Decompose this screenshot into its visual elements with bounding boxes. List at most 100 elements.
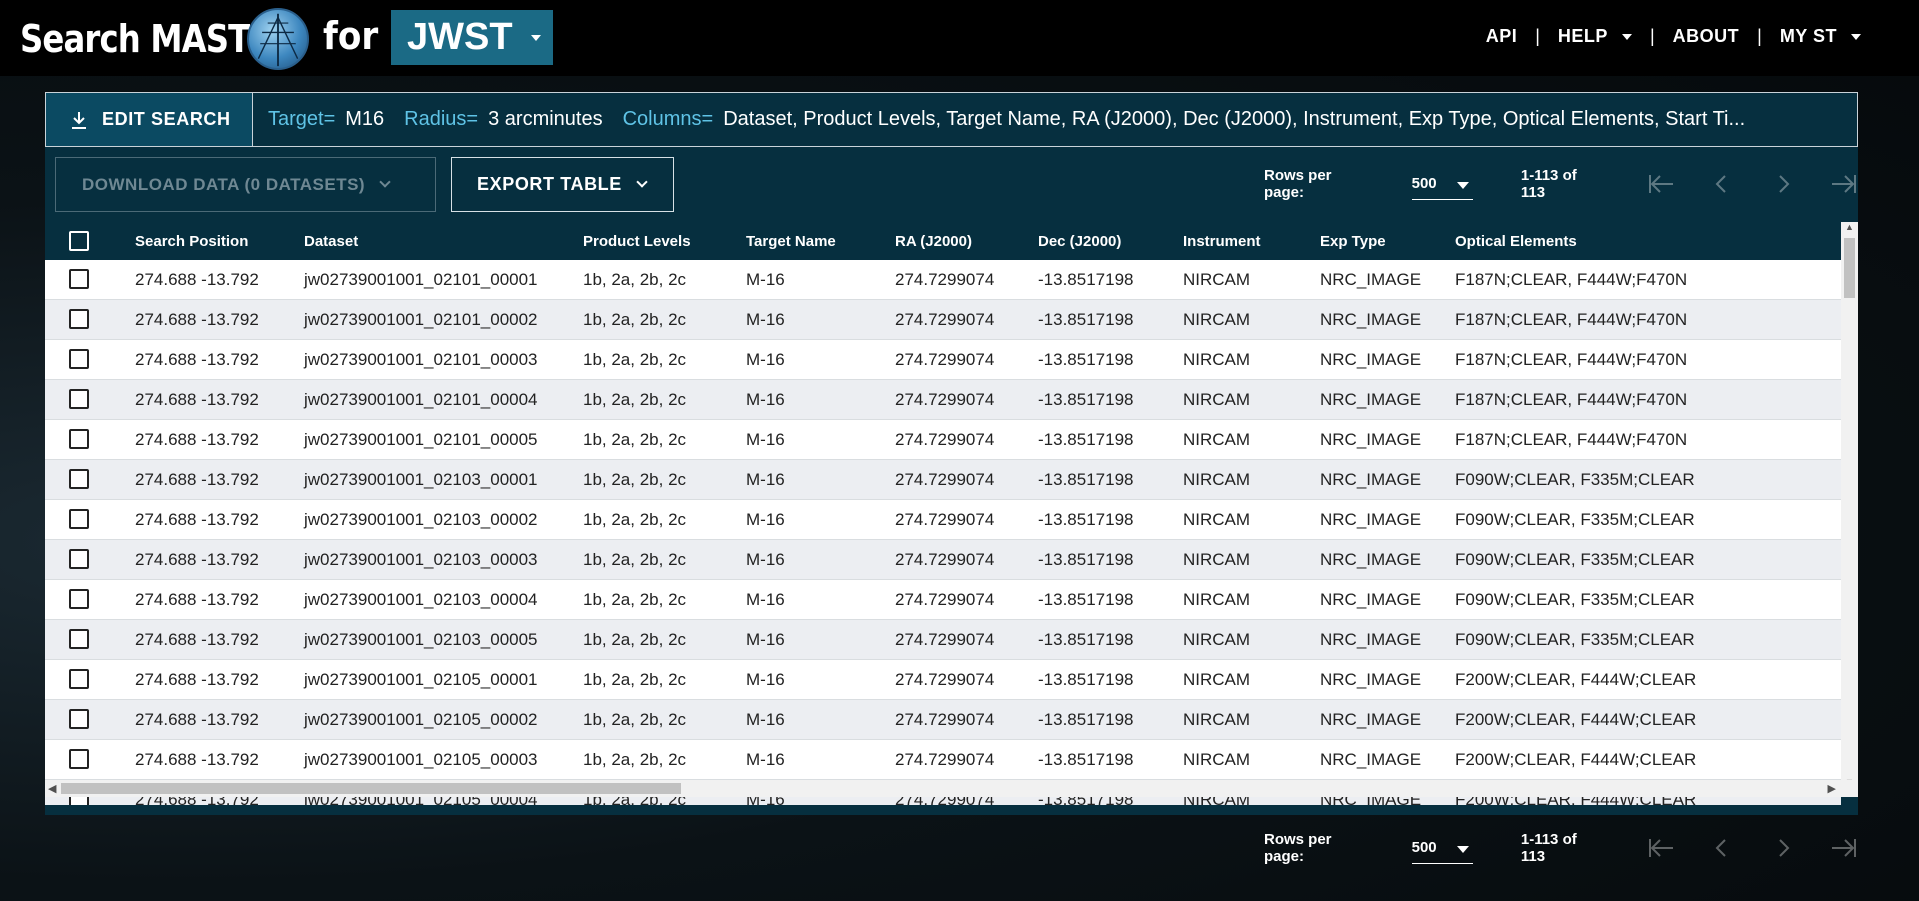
select-all-checkbox[interactable] [69, 231, 89, 251]
rows-per-page-value: 500 [1411, 839, 1437, 856]
first-page-icon[interactable] [1647, 172, 1675, 196]
edit-search-button[interactable]: EDIT SEARCH [46, 93, 253, 146]
table-row[interactable]: 274.688 -13.792 jw02739001001_02101_00004… [45, 380, 1841, 420]
cell-target-name: M-16 [746, 550, 785, 569]
horizontal-scrollbar[interactable]: ◀ ▶ [45, 780, 1858, 797]
column-header[interactable]: Dec (J2000) [1038, 233, 1121, 250]
nav-separator: | [1649, 26, 1655, 46]
mission-select[interactable]: JWST [391, 10, 553, 65]
cell-product-levels: 1b, 2a, 2b, 2c [583, 350, 687, 369]
cell-exp-type: NRC_IMAGE [1320, 550, 1422, 569]
last-page-icon[interactable] [1830, 836, 1858, 860]
caret-down-icon [1851, 33, 1861, 40]
cell-target-name: M-16 [746, 510, 785, 529]
row-checkbox[interactable] [69, 269, 89, 289]
brand[interactable]: Search MAST [20, 12, 250, 66]
cell-target-name: M-16 [746, 470, 785, 489]
scroll-up-icon[interactable]: ▲ [1845, 222, 1854, 232]
rows-per-page-select[interactable]: 500 [1411, 168, 1473, 200]
last-page-icon[interactable] [1830, 172, 1858, 196]
cell-target-name: M-16 [746, 310, 785, 329]
page-range: 1-113 of 113 [1520, 831, 1577, 865]
rows-per-page-value: 500 [1411, 175, 1437, 192]
next-page-icon[interactable] [1769, 172, 1797, 196]
nav-help[interactable]: HELP [1558, 26, 1632, 47]
table-row[interactable]: 274.688 -13.792 jw02739001001_02103_00003… [45, 540, 1841, 580]
cell-target-name: M-16 [746, 590, 785, 609]
cell-instrument: NIRCAM [1183, 270, 1251, 289]
cell-product-levels: 1b, 2a, 2b, 2c [583, 670, 687, 689]
table-row[interactable]: 274.688 -13.792 jw02739001001_02103_00002… [45, 500, 1841, 540]
download-data-button[interactable]: DOWNLOAD DATA (0 DATASETS) [55, 157, 436, 212]
column-header[interactable]: Product Levels [583, 233, 691, 250]
nav-my-st-label: MY ST [1779, 26, 1837, 46]
row-checkbox[interactable] [69, 549, 89, 569]
table-row[interactable]: 274.688 -13.792 jw02739001001_02101_00003… [45, 340, 1841, 380]
table-row[interactable]: 274.688 -13.792 jw02739001001_02105_00003… [45, 740, 1841, 780]
column-header[interactable]: Dataset [304, 233, 358, 250]
scrollbar-thumb[interactable] [61, 783, 681, 794]
table-row[interactable]: 274.688 -13.792 jw02739001001_02101_00005… [45, 420, 1841, 460]
column-header[interactable]: Instrument [1183, 233, 1261, 250]
scrollbar-thumb[interactable] [1844, 238, 1855, 298]
cell-exp-type: NRC_IMAGE [1320, 670, 1422, 689]
table-row[interactable]: 274.688 -13.792 jw02739001001_02103_00005… [45, 620, 1841, 660]
brand-for: for [323, 14, 379, 58]
column-header[interactable]: Target Name [746, 233, 836, 250]
table-row[interactable]: 274.688 -13.792 jw02739001001_02101_00001… [45, 260, 1841, 300]
cell-product-levels: 1b, 2a, 2b, 2c [583, 390, 687, 409]
cell-dec: -13.8517198 [1038, 350, 1134, 369]
columns-key: Columns= [622, 108, 714, 130]
cell-product-levels: 1b, 2a, 2b, 2c [583, 470, 687, 489]
row-checkbox[interactable] [69, 749, 89, 769]
table-row[interactable]: 274.688 -13.792 jw02739001001_02105_00001… [45, 660, 1841, 700]
row-checkbox[interactable] [69, 669, 89, 689]
column-header[interactable]: Optical Elements [1455, 233, 1577, 250]
cell-dec: -13.8517198 [1038, 270, 1134, 289]
row-checkbox[interactable] [69, 469, 89, 489]
cell-optical-elements: F187N;CLEAR, F444W;F470N [1455, 350, 1688, 369]
table-row[interactable]: 274.688 -13.792 jw02739001001_02101_00002… [45, 300, 1841, 340]
cell-dec: -13.8517198 [1038, 750, 1134, 769]
results-panel: DOWNLOAD DATA (0 DATASETS) EXPORT TABLE … [45, 147, 1858, 865]
row-checkbox[interactable] [69, 389, 89, 409]
target-value: M16 [345, 108, 385, 130]
scroll-left-icon[interactable]: ◀ [48, 782, 56, 795]
nav-my-st[interactable]: MY ST [1780, 26, 1861, 47]
row-checkbox[interactable] [69, 709, 89, 729]
row-checkbox[interactable] [69, 629, 89, 649]
table-row[interactable]: 274.688 -13.792 jw02739001001_02103_00001… [45, 460, 1841, 500]
row-checkbox[interactable] [69, 349, 89, 369]
scroll-right-icon[interactable]: ▶ [1828, 782, 1836, 795]
row-checkbox[interactable] [69, 509, 89, 529]
next-page-icon[interactable] [1769, 836, 1797, 860]
row-checkbox[interactable] [69, 309, 89, 329]
cell-product-levels: 1b, 2a, 2b, 2c [583, 430, 687, 449]
vertical-scrollbar[interactable]: ▲ ▼ [1841, 222, 1858, 787]
column-header[interactable]: Search Position [135, 233, 248, 250]
cell-instrument: NIRCAM [1183, 630, 1251, 649]
column-header[interactable]: RA (J2000) [895, 233, 972, 250]
nav-about[interactable]: ABOUT [1673, 26, 1740, 47]
column-header[interactable]: Exp Type [1320, 233, 1386, 250]
prev-page-icon[interactable] [1708, 172, 1736, 196]
download-data-label: DOWNLOAD DATA (0 DATASETS) [82, 174, 366, 194]
table-row[interactable]: 274.688 -13.792 jw02739001001_02103_00004… [45, 580, 1841, 620]
cell-instrument: NIRCAM [1183, 750, 1251, 769]
rows-per-page-label: Rows per page: [1264, 167, 1332, 201]
export-table-button[interactable]: EXPORT TABLE [451, 157, 674, 212]
rows-per-page-select[interactable]: 500 [1411, 832, 1473, 864]
first-page-icon[interactable] [1647, 836, 1675, 860]
prev-page-icon[interactable] [1708, 836, 1736, 860]
caret-down-icon [1456, 182, 1469, 189]
cell-ra: 274.7299074 [895, 510, 995, 529]
cell-dec: -13.8517198 [1038, 430, 1134, 449]
row-checkbox[interactable] [69, 589, 89, 609]
cell-product-levels: 1b, 2a, 2b, 2c [583, 590, 687, 609]
caret-down-icon [531, 35, 541, 41]
row-checkbox[interactable] [69, 429, 89, 449]
nav-api[interactable]: API [1486, 26, 1518, 47]
cell-target-name: M-16 [746, 710, 785, 729]
table-row[interactable]: 274.688 -13.792 jw02739001001_02105_00002… [45, 700, 1841, 740]
cell-instrument: NIRCAM [1183, 550, 1251, 569]
